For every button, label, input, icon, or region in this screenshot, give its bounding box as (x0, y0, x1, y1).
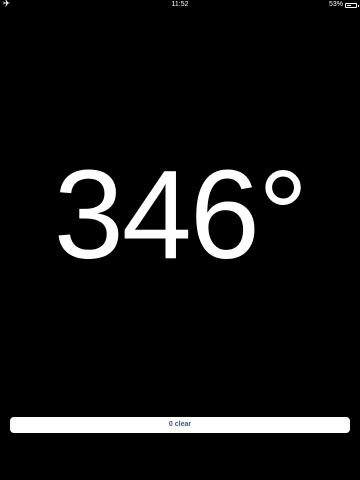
battery-percent: 53% (328, 1, 343, 8)
battery-icon (345, 2, 359, 8)
clear-button[interactable]: 0 clear (10, 417, 350, 433)
screen: 11:52 53% 346° 0 clear (0, 0, 360, 480)
battery-fill (347, 4, 352, 6)
heading-readout: 346° (53, 144, 309, 285)
status-bar: 11:52 53% (0, 0, 360, 10)
status-time: 11:52 (171, 1, 189, 8)
status-right: 53% (328, 0, 359, 10)
